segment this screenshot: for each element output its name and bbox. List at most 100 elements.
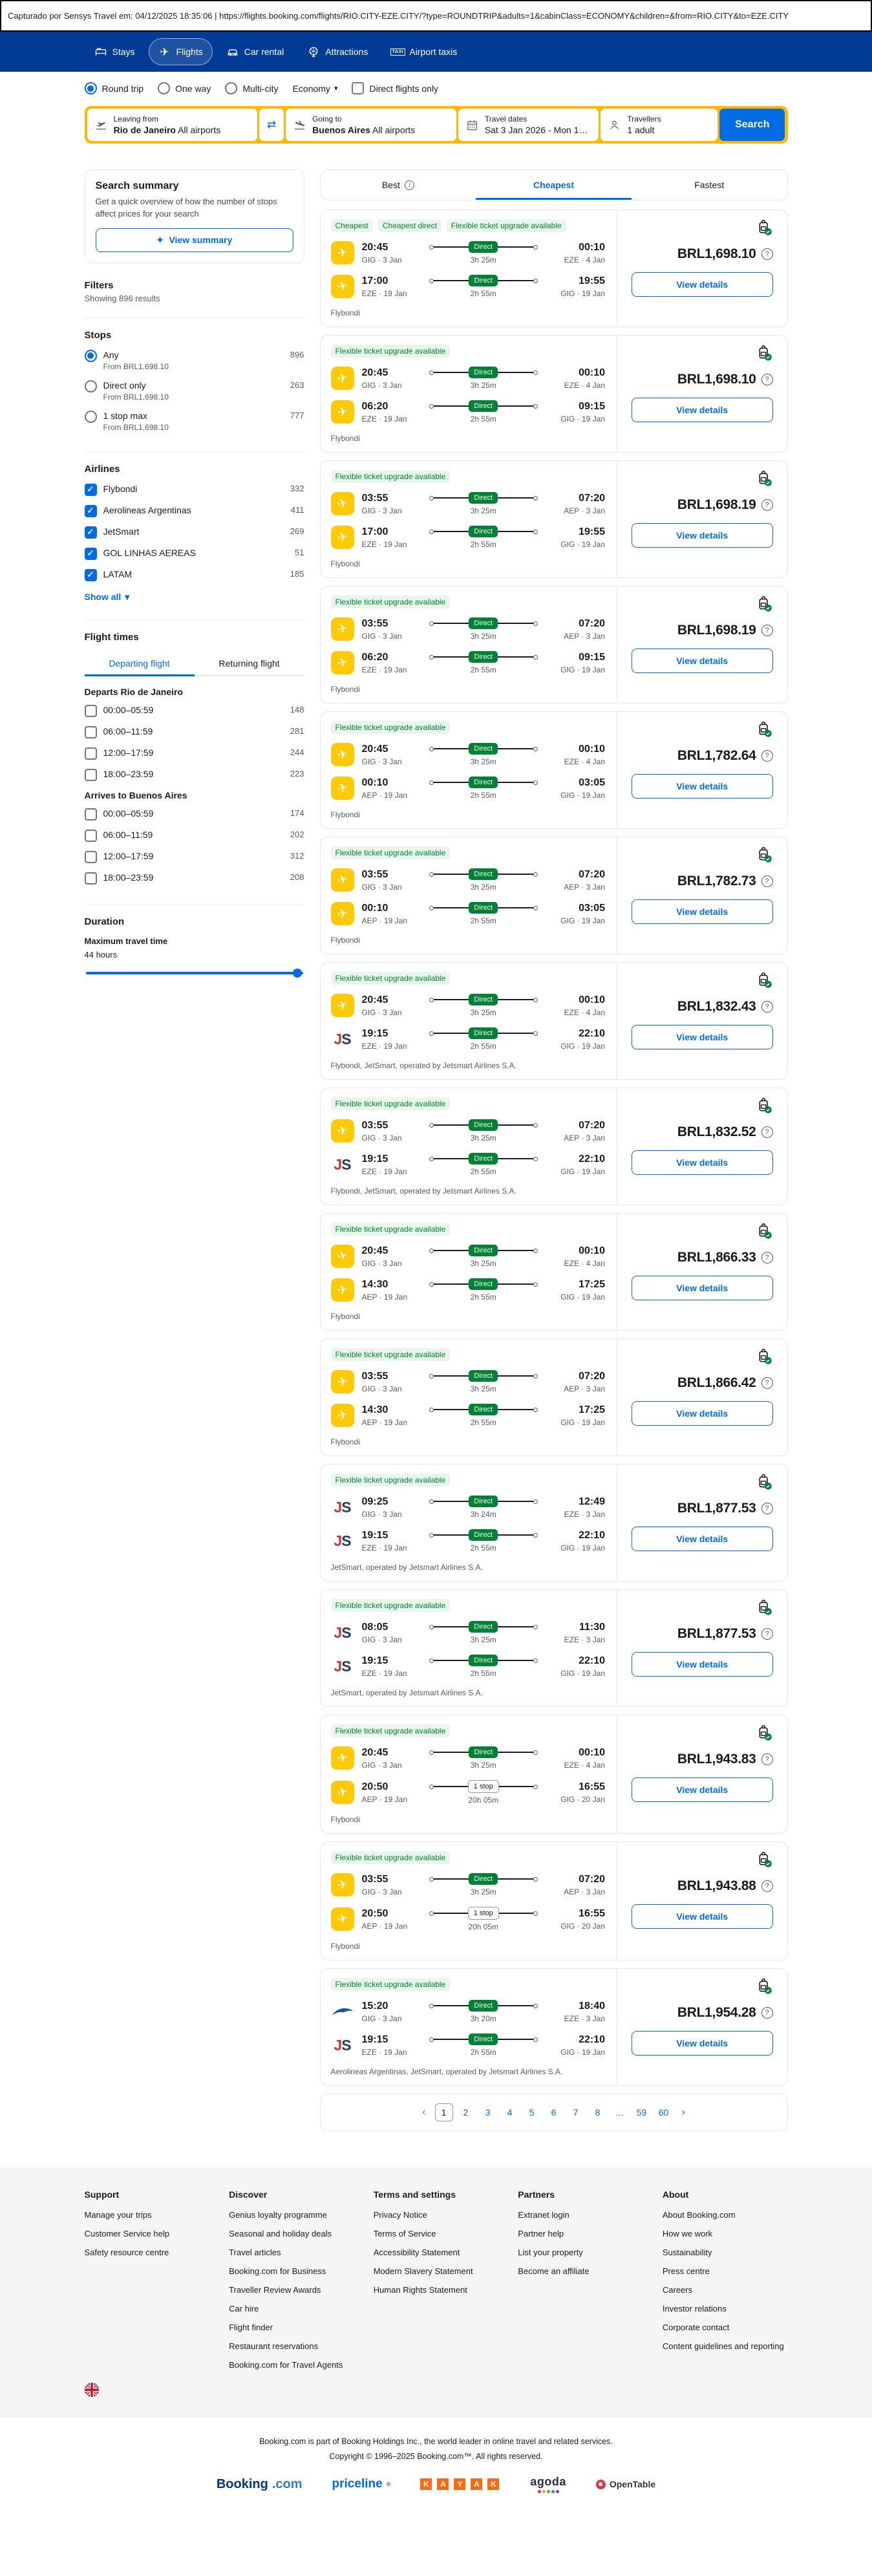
price-info-icon[interactable]: ? — [761, 1628, 773, 1640]
price-info-icon[interactable]: ? — [761, 1126, 773, 1138]
footer-link[interactable]: Human Rights Statement — [374, 2285, 499, 2295]
flight-times-tab-0[interactable]: Departing flight — [84, 652, 195, 676]
page-button-2[interactable]: 2 — [457, 2103, 475, 2121]
airline-option-1[interactable]: ✓ Aerolineas Argentinas 411 — [84, 504, 304, 517]
price-info-icon[interactable]: ? — [761, 750, 773, 762]
price-info-icon[interactable]: ? — [761, 248, 773, 260]
view-details-button[interactable]: View details — [632, 272, 773, 297]
view-summary-button[interactable]: ✦ View summary — [95, 228, 293, 252]
next-page-button[interactable]: › — [677, 2107, 690, 2118]
price-info-icon[interactable]: ? — [761, 1001, 773, 1013]
priceline-logo[interactable]: priceline ® — [332, 2477, 391, 2491]
view-details-button[interactable]: View details — [632, 1527, 773, 1551]
time-option-1-2[interactable]: 12:00–17:59 312 — [84, 850, 304, 863]
time-option-1-1[interactable]: 06:00–11:59 202 — [84, 829, 304, 842]
sort-tab-cheapest[interactable]: Cheapest — [476, 170, 632, 200]
trip-type-radio-1[interactable]: One way — [158, 82, 211, 94]
footer-link[interactable]: Terms of Service — [374, 2229, 499, 2238]
page-button-8[interactable]: 8 — [589, 2103, 607, 2121]
time-option-1-3[interactable]: 18:00–23:59 208 — [84, 872, 304, 885]
nav-item-stays[interactable]: Stays — [85, 38, 145, 65]
footer-link[interactable]: Extranet login — [518, 2210, 643, 2220]
sort-tab-best[interactable]: Best i — [321, 170, 476, 200]
stops-option-0[interactable]: Any From BRL1,698.10 896 — [84, 349, 304, 371]
search-field-dates[interactable]: Travel dates Sat 3 Jan 2026 - Mon 19... — [458, 109, 599, 141]
price-info-icon[interactable]: ? — [761, 1754, 773, 1765]
footer-link[interactable]: Investor relations — [663, 2304, 788, 2313]
language-flag-uk-icon[interactable] — [84, 2383, 99, 2397]
footer-link[interactable]: How we work — [663, 2229, 788, 2238]
view-details-button[interactable]: View details — [632, 1150, 773, 1175]
sort-tab-fastest[interactable]: Fastest — [632, 170, 787, 200]
search-field-travellers[interactable]: Travellers 1 adult — [601, 109, 718, 141]
booking-com-logo[interactable]: Booking .com — [217, 2477, 303, 2492]
duration-slider-thumb[interactable] — [292, 968, 302, 978]
view-details-button[interactable]: View details — [632, 2031, 773, 2055]
footer-link[interactable]: Seasonal and holiday deals — [229, 2229, 354, 2238]
view-details-button[interactable]: View details — [632, 523, 773, 548]
time-option-0-0[interactable]: 00:00–05:59 148 — [84, 704, 304, 717]
footer-link[interactable]: Booking.com for Business — [229, 2266, 354, 2276]
page-button-7[interactable]: 7 — [567, 2103, 585, 2121]
view-details-button[interactable]: View details — [632, 1904, 773, 1929]
footer-link[interactable]: About Booking.com — [663, 2210, 788, 2220]
kayak-logo[interactable]: KAYAK — [420, 2478, 500, 2490]
page-button-5[interactable]: 5 — [523, 2103, 541, 2121]
trip-type-radio-2[interactable]: Multi-city — [225, 82, 279, 94]
time-option-0-2[interactable]: 12:00–17:59 244 — [84, 747, 304, 760]
footer-link[interactable]: Safety resource centre — [85, 2248, 210, 2257]
price-info-icon[interactable]: ? — [761, 625, 773, 636]
view-details-button[interactable]: View details — [632, 1276, 773, 1300]
footer-link[interactable]: Restaurant reservations — [229, 2341, 354, 2351]
view-details-button[interactable]: View details — [632, 649, 773, 673]
opentable-logo[interactable]: OpenTable — [595, 2479, 655, 2489]
view-details-button[interactable]: View details — [632, 398, 773, 422]
airline-option-4[interactable]: ✓ LATAM 185 — [84, 568, 304, 581]
nav-item-car-rental[interactable]: Car rental — [217, 38, 293, 65]
footer-link[interactable]: Traveller Review Awards — [229, 2285, 354, 2295]
price-info-icon[interactable]: ? — [761, 2007, 773, 2019]
nav-item-flights[interactable]: ✈ Flights — [148, 38, 213, 65]
footer-link[interactable]: Careers — [663, 2285, 788, 2295]
nav-item-airport-taxis[interactable]: TAXI Airport taxis — [381, 38, 467, 65]
view-details-button[interactable]: View details — [632, 1652, 773, 1677]
agoda-logo[interactable]: agoda — [530, 2475, 566, 2493]
view-details-button[interactable]: View details — [632, 1025, 773, 1049]
flight-times-tab-1[interactable]: Returning flight — [194, 652, 304, 676]
footer-link[interactable]: Content guidelines and reporting — [663, 2341, 788, 2351]
stops-option-2[interactable]: 1 stop max From BRL1,698.10 777 — [84, 410, 304, 432]
view-details-button[interactable]: View details — [632, 1777, 773, 1802]
show-all-airlines-link[interactable]: Show all ▾ — [85, 592, 130, 603]
price-info-icon[interactable]: ? — [761, 1880, 773, 1892]
footer-link[interactable]: Partner help — [518, 2229, 643, 2238]
footer-link[interactable]: List your property — [518, 2248, 643, 2257]
footer-link[interactable]: Car hire — [229, 2304, 354, 2313]
time-option-0-1[interactable]: 06:00–11:59 281 — [84, 725, 304, 738]
footer-link[interactable]: Modern Slavery Statement — [374, 2266, 499, 2276]
duration-slider[interactable] — [85, 968, 303, 978]
footer-link[interactable]: Customer Service help — [85, 2229, 210, 2238]
search-button[interactable]: Search — [719, 109, 785, 141]
price-info-icon[interactable]: ? — [761, 875, 773, 887]
footer-link[interactable]: Press centre — [663, 2266, 788, 2276]
price-info-icon[interactable]: ? — [761, 374, 773, 385]
stops-option-1[interactable]: Direct only From BRL1,698.10 263 — [84, 380, 304, 402]
nav-item-attractions[interactable]: Attractions — [297, 38, 378, 65]
page-button-60[interactable]: 60 — [655, 2103, 673, 2121]
price-info-icon[interactable]: ? — [761, 1252, 773, 1263]
search-field-to[interactable]: Going to Buenos Aires All airports — [286, 109, 456, 141]
footer-link[interactable]: Sustainability — [663, 2248, 788, 2257]
time-option-1-0[interactable]: 00:00–05:59 174 — [84, 808, 304, 821]
price-info-icon[interactable]: ? — [761, 1503, 773, 1514]
trip-type-radio-0[interactable]: Round trip — [84, 82, 144, 94]
view-details-button[interactable]: View details — [632, 899, 773, 924]
footer-link[interactable]: Privacy Notice — [374, 2210, 499, 2220]
footer-link[interactable]: Flight finder — [229, 2323, 354, 2332]
airline-option-2[interactable]: ✓ JetSmart 269 — [84, 526, 304, 539]
airline-option-0[interactable]: ✓ Flybondi 332 — [84, 483, 304, 496]
footer-link[interactable]: Manage your trips — [85, 2210, 210, 2220]
footer-link[interactable]: Travel articles — [229, 2248, 354, 2257]
airline-option-3[interactable]: ✓ GOL LINHAS AEREAS 51 — [84, 547, 304, 560]
view-details-button[interactable]: View details — [632, 1401, 773, 1426]
footer-link[interactable]: Booking.com for Travel Agents — [229, 2360, 354, 2370]
